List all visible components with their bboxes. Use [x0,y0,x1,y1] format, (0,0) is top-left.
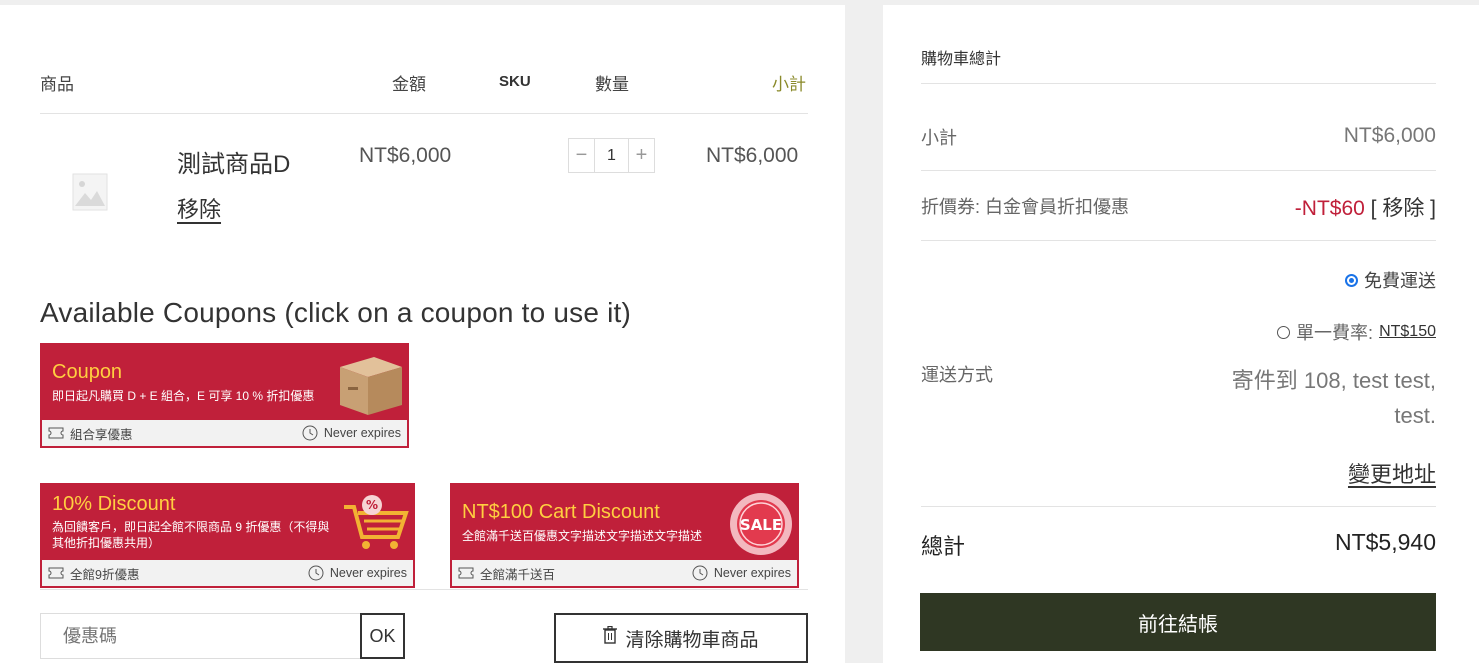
col-header-quantity: 數量 [595,75,629,94]
ticket-icon [458,567,474,579]
coupon-label: 折價券: 白金會員折扣優惠 [921,197,1130,217]
ticket-icon [48,567,64,579]
svg-text:%: % [366,498,378,512]
coupon-row: -NT$60 [ 移除 ] [1295,192,1436,222]
shipping-option-label: 免費運送 [1364,271,1436,291]
coupon-divider [40,589,808,590]
apply-coupon-button[interactable]: OK [360,613,405,659]
coupons-heading: Available Coupons (click on a coupon to … [40,297,632,328]
clock-icon [692,565,708,581]
shipping-option-free[interactable]: 免費運送 [1345,267,1436,293]
product-name[interactable]: 測試商品D [177,144,290,179]
radio-selected-icon[interactable] [1345,273,1358,287]
totals-divider [921,240,1436,241]
product-price: NT$6,000 [359,144,452,167]
totals-divider [921,83,1436,84]
coupon-footer: 全館滿千送百 Never expires [452,560,797,586]
coupon-expiry: Never expires [323,426,401,440]
coupon-title: NT$100 Cart Discount [462,501,660,523]
coupon-title: Coupon [52,361,123,383]
box-icon [336,349,406,422]
coupon-card-cart-discount[interactable]: NT$100 Cart Discount 全館滿千送百優惠文字描述文字描述文字描… [450,483,799,588]
total-label: 總計 [921,534,966,559]
shipping-option-label: 單一費率: [1296,323,1374,343]
shipping-label: 運送方式 [921,365,993,385]
cart-percent-icon: % [342,493,410,558]
clock-icon [302,425,318,441]
coupon-expiry: Never expires [329,566,407,580]
subtotal-label: 小計 [921,128,957,148]
coupon-discount-value: -NT$60 [1294,197,1365,220]
subtotal-value: NT$6,000 [1343,124,1436,147]
coupon-tag: 全館滿千送百 [480,567,556,582]
clear-cart-label: 清除購物車商品 [625,629,759,651]
total-value: NT$5,940 [1334,529,1436,555]
shipping-option-price: NT$150 [1379,323,1436,340]
remove-coupon-link[interactable]: [ 移除 ] [1371,197,1436,220]
coupon-description: 全館滿千送百優惠文字描述文字描述文字描述 [462,529,703,543]
ticket-icon [48,427,64,439]
col-header-subtotal: 小計 [772,75,806,94]
change-address-link[interactable]: 變更地址 [1348,457,1436,489]
trash-icon [603,625,618,650]
cart-totals-title: 購物車總計 [921,51,1002,68]
qty-decrease-button[interactable]: − [569,139,594,172]
col-header-product: 商品 [40,75,74,94]
shipping-option-flat-rate[interactable]: 單一費率: NT$150 [1277,319,1436,345]
coupon-description: 即日起凡購買 D + E 組合，E 可享 10 % 折扣優惠 [52,389,315,403]
coupon-expiry: Never expires [713,566,791,580]
qty-increase-button[interactable]: + [629,139,654,172]
coupon-footer: 全館9折優惠 Never expires [42,560,413,586]
coupon-tag: 全館9折優惠 [70,567,140,582]
totals-divider [921,506,1436,507]
coupon-footer: 組合享優惠 Never expires [42,420,407,446]
header-divider [40,113,808,114]
qty-input[interactable]: 1 [594,139,629,172]
image-placeholder-icon[interactable] [72,173,108,211]
cart-totals-panel: 購物車總計 小計 NT$6,000 折價券: 白金會員折扣優惠 -NT$60 [… [883,5,1479,663]
ship-to-address: 寄件到 108, test test, test. [1231,368,1436,428]
remove-item-link[interactable]: 移除 [177,192,221,224]
col-header-sku: SKU [499,73,531,90]
coupon-title: 10% Discount [52,493,176,515]
quantity-stepper[interactable]: − 1 + [568,138,655,173]
product-subtotal: NT$6,000 [706,144,799,167]
coupon-code-input[interactable] [40,613,362,659]
col-header-price: 金額 [392,75,426,94]
totals-divider [921,170,1436,171]
coupon-description: 為回饋客戶，即日起全館不限商品 9 折優惠（不得與其他折扣優惠共用） [52,520,330,550]
coupon-card-combo[interactable]: Coupon 即日起凡購買 D + E 組合，E 可享 10 % 折扣優惠 組合… [40,343,409,448]
clock-icon [308,565,324,581]
clear-cart-button[interactable]: 清除購物車商品 [554,613,808,663]
sale-badge-icon: SALE [728,491,794,562]
coupon-card-10-percent[interactable]: 10% Discount 為回饋客戶，即日起全館不限商品 9 折優惠（不得與其他… [40,483,415,588]
radio-unselected-icon[interactable] [1277,325,1291,339]
coupon-tag: 組合享優惠 [70,427,133,442]
sale-badge-text: SALE [740,516,782,534]
checkout-button[interactable]: 前往結帳 [920,593,1436,651]
